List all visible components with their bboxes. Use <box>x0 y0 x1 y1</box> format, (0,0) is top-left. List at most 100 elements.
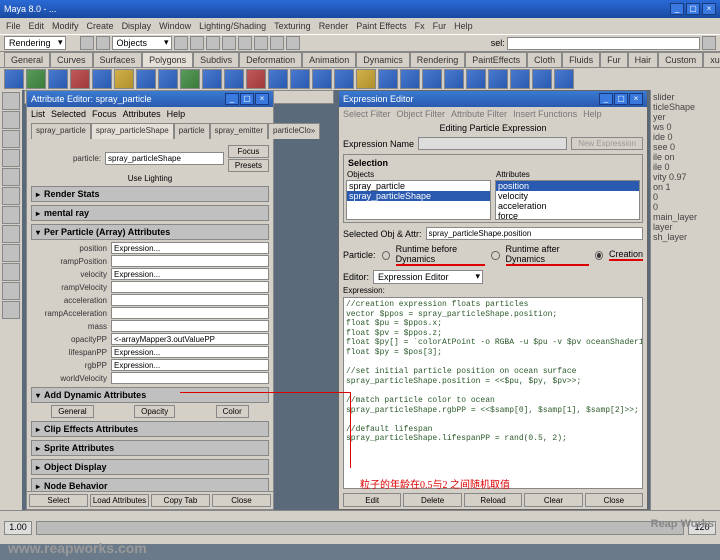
ae-tab[interactable]: spray_particle <box>31 123 91 139</box>
channel-item[interactable]: slider <box>653 92 718 102</box>
ae-tab[interactable]: spray_particleShape <box>91 123 174 139</box>
channel-item[interactable]: ticleShape <box>653 102 718 112</box>
shelf-tab-custom[interactable]: Custom <box>658 52 703 67</box>
tool-button[interactable] <box>2 301 20 319</box>
status-icon[interactable] <box>96 36 110 50</box>
ee-delete-button[interactable]: Delete <box>403 493 461 507</box>
ee-close-button[interactable]: × <box>629 93 643 105</box>
ae-tab[interactable]: particle <box>174 123 210 139</box>
ee-menu-item[interactable]: Insert Functions <box>513 109 577 119</box>
attribute-editor-titlebar[interactable]: Attribute Editor: spray_particle _▢× <box>27 91 273 107</box>
objects-list[interactable]: spray_particlespray_particleShape <box>346 180 491 220</box>
objects-dropdown[interactable]: Objects <box>112 36 172 50</box>
ae-load-attributes-button[interactable]: Load Attributes <box>90 494 149 507</box>
channel-item[interactable]: ile on <box>653 152 718 162</box>
channel-item[interactable]: ws 0 <box>653 122 718 132</box>
channel-item[interactable]: ide 0 <box>653 132 718 142</box>
menu-lighting/shading[interactable]: Lighting/Shading <box>199 21 266 31</box>
runtime-after-radio[interactable] <box>491 251 499 260</box>
particle-name-input[interactable] <box>105 152 224 165</box>
shelf-tab-polygons[interactable]: Polygons <box>142 52 193 67</box>
time-start[interactable]: 1.00 <box>4 521 32 535</box>
add-general-button[interactable]: General <box>51 405 93 418</box>
shelf-icon[interactable] <box>70 69 90 89</box>
ee-menu-item[interactable]: Help <box>583 109 602 119</box>
shelf-icon[interactable] <box>290 69 310 89</box>
status-icon[interactable] <box>270 36 284 50</box>
shelf-icon[interactable] <box>202 69 222 89</box>
expression-textarea[interactable]: //creation expression floats particles v… <box>343 297 643 489</box>
channel-item[interactable]: on 1 <box>653 182 718 192</box>
tool-button[interactable] <box>2 282 20 300</box>
maximize-button[interactable]: ▢ <box>686 3 700 15</box>
channel-item[interactable]: yer <box>653 112 718 122</box>
section-add-dynamic[interactable]: Add Dynamic Attributes <box>31 387 269 403</box>
ee-menu-item[interactable]: Select Filter <box>343 109 391 119</box>
status-icon[interactable] <box>80 36 94 50</box>
shelf-tab-xun[interactable]: xun <box>703 52 720 67</box>
ee-min-button[interactable]: _ <box>599 93 613 105</box>
section-per-particle[interactable]: Per Particle (Array) Attributes <box>31 224 269 240</box>
shelf-icon[interactable] <box>48 69 68 89</box>
new-expression-button[interactable]: New Expression <box>571 137 643 150</box>
section-node-behavior[interactable]: Node Behavior <box>31 478 269 491</box>
channel-item[interactable]: vity 0.97 <box>653 172 718 182</box>
shelf-icon[interactable] <box>422 69 442 89</box>
menu-window[interactable]: Window <box>159 21 191 31</box>
ee-clear-button[interactable]: Clear <box>524 493 582 507</box>
shelf-icon[interactable] <box>400 69 420 89</box>
ae-tab[interactable]: spray_emitter <box>210 123 268 139</box>
pp-input-velocity[interactable] <box>111 268 269 280</box>
minimize-button[interactable]: _ <box>670 3 684 15</box>
menu-fx[interactable]: Fx <box>415 21 425 31</box>
shelf-tab-hair[interactable]: Hair <box>628 52 659 67</box>
shelf-icon[interactable] <box>334 69 354 89</box>
channel-item[interactable]: main_layer <box>653 212 718 222</box>
add-color-button[interactable]: Color <box>216 405 249 418</box>
shelf-tab-rendering[interactable]: Rendering <box>410 52 466 67</box>
attributes-list[interactable]: positionvelocityaccelerationforceinputFo… <box>495 180 640 220</box>
section-render-stats[interactable]: Render Stats <box>31 186 269 202</box>
menu-file[interactable]: File <box>6 21 21 31</box>
ae-min-button[interactable]: _ <box>225 93 239 105</box>
ee-close-button[interactable]: Close <box>585 493 643 507</box>
sel-obj-attr-input[interactable] <box>426 227 643 240</box>
shelf-icon[interactable] <box>114 69 134 89</box>
ae-menu-help[interactable]: Help <box>167 109 186 119</box>
status-icon[interactable] <box>174 36 188 50</box>
attribute-list-item[interactable]: velocity <box>496 191 639 201</box>
tool-button[interactable] <box>2 149 20 167</box>
menu-help[interactable]: Help <box>454 21 473 31</box>
ae-menu-focus[interactable]: Focus <box>92 109 117 119</box>
shelf-icon[interactable] <box>268 69 288 89</box>
shelf-tab-curves[interactable]: Curves <box>50 52 93 67</box>
status-icon[interactable] <box>238 36 252 50</box>
ae-menu-list[interactable]: List <box>31 109 45 119</box>
pp-input-position[interactable] <box>111 242 269 254</box>
menu-display[interactable]: Display <box>122 21 152 31</box>
mode-dropdown[interactable]: Rendering <box>4 36 66 50</box>
shelf-icon[interactable] <box>444 69 464 89</box>
shelf-tab-fluids[interactable]: Fluids <box>562 52 600 67</box>
ee-max-button[interactable]: ▢ <box>614 93 628 105</box>
section-clip-effects[interactable]: Clip Effects Attributes <box>31 421 269 437</box>
menu-render[interactable]: Render <box>319 21 349 31</box>
shelf-tab-cloth[interactable]: Cloth <box>527 52 562 67</box>
expr-name-input[interactable] <box>418 137 567 150</box>
sel-input[interactable] <box>507 37 700 50</box>
shelf-icon[interactable] <box>92 69 112 89</box>
tool-button[interactable] <box>2 168 20 186</box>
menu-create[interactable]: Create <box>87 21 114 31</box>
pp-input-mass[interactable] <box>111 320 269 332</box>
shelf-tab-subdivs[interactable]: Subdivs <box>193 52 239 67</box>
close-button[interactable]: × <box>702 3 716 15</box>
section-object-display[interactable]: Object Display <box>31 459 269 475</box>
shelf-tab-surfaces[interactable]: Surfaces <box>93 52 143 67</box>
shelf-icon[interactable] <box>510 69 530 89</box>
shelf-icon[interactable] <box>180 69 200 89</box>
shelf-icon[interactable] <box>4 69 24 89</box>
attribute-list-item[interactable]: position <box>496 181 639 191</box>
status-icon[interactable] <box>222 36 236 50</box>
ae-close-button[interactable]: Close <box>212 494 271 507</box>
ee-menu-item[interactable]: Attribute Filter <box>451 109 507 119</box>
